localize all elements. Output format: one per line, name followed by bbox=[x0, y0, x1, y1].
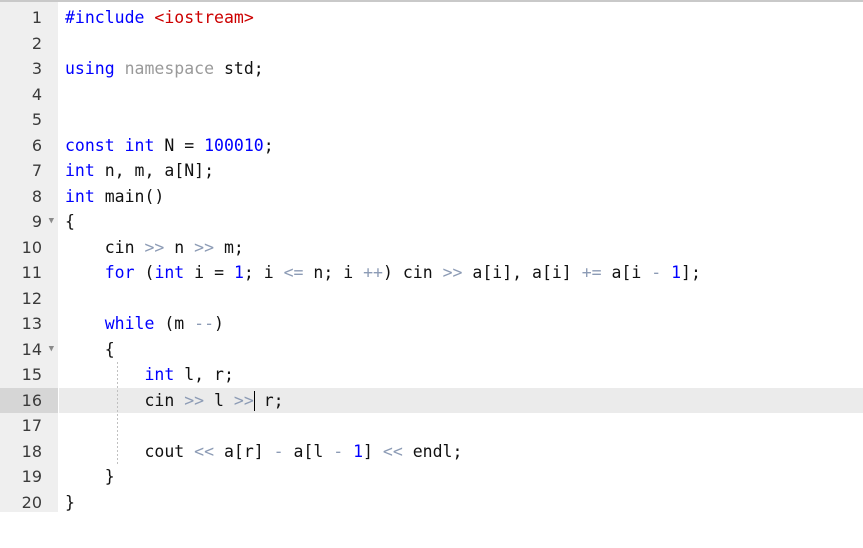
code-line-active[interactable]: cin >> l >> r; bbox=[0, 387, 863, 413]
code-line[interactable]: using namespace std; bbox=[0, 56, 863, 82]
code-line[interactable]: const int N = 100010; bbox=[0, 133, 863, 159]
line-number: 8 bbox=[31, 186, 42, 206]
code-line[interactable]: cin >> n >> m; bbox=[0, 235, 863, 261]
code-line-text: cout << a[r] - a[l - 1] << endl; bbox=[65, 441, 463, 461]
gutter-row[interactable]: 7 bbox=[0, 158, 58, 184]
code-line-text: const int N = 100010; bbox=[65, 135, 274, 155]
code-area[interactable]: #include <iostream> using namespace std; c… bbox=[0, 2, 863, 512]
code-line[interactable] bbox=[0, 413, 863, 439]
line-number: 11 bbox=[21, 263, 42, 282]
code-line[interactable] bbox=[0, 286, 863, 312]
code-line[interactable]: int n, m, a[N]; bbox=[0, 158, 863, 184]
line-number: 20 bbox=[21, 492, 42, 512]
gutter-row[interactable]: 8 bbox=[0, 184, 58, 210]
code-line-text: cin >> l >> r; bbox=[65, 390, 284, 410]
code-line-text: } bbox=[65, 492, 75, 512]
gutter-row[interactable]: 4 bbox=[0, 82, 58, 108]
line-number: 2 bbox=[31, 33, 42, 53]
line-number: 5 bbox=[31, 110, 42, 129]
code-line[interactable]: { bbox=[0, 337, 863, 363]
code-line[interactable]: int l, r; bbox=[0, 362, 863, 388]
code-line[interactable]: cout << a[r] - a[l - 1] << endl; bbox=[0, 439, 863, 465]
code-line-text: cin >> n >> m; bbox=[65, 237, 244, 257]
code-editor[interactable]: #include <iostream> using namespace std; c… bbox=[0, 0, 863, 548]
code-line-text: int n, m, a[N]; bbox=[65, 161, 215, 180]
gutter-row[interactable]: 9 ▼ bbox=[0, 209, 58, 235]
line-number: 12 bbox=[21, 288, 42, 308]
code-line-text: { bbox=[65, 339, 115, 359]
line-number-gutter[interactable]: 1 2 3 4 5 6 7 8 9 ▼ 10 11 12 13 14 ▼ 15 16 17 18 19 20 bbox=[0, 2, 58, 512]
line-number: 7 bbox=[31, 161, 42, 180]
line-number: 4 bbox=[31, 84, 42, 104]
gutter-row[interactable]: 6 bbox=[0, 133, 58, 159]
code-line[interactable] bbox=[0, 82, 863, 108]
code-line-text: int l, r; bbox=[144, 365, 234, 384]
code-line[interactable]: #include <iostream> bbox=[0, 5, 863, 31]
code-line[interactable] bbox=[0, 107, 863, 133]
gutter-row[interactable]: 3 bbox=[0, 56, 58, 82]
gutter-row[interactable]: 20 bbox=[0, 490, 58, 516]
code-line[interactable]: { bbox=[0, 209, 863, 235]
text-caret bbox=[253, 390, 256, 411]
gutter-row[interactable]: 2 bbox=[0, 31, 58, 57]
code-line[interactable]: for (int i = 1; i <= n; i ++) cin >> a[i… bbox=[0, 260, 863, 286]
gutter-row[interactable]: 10 bbox=[0, 235, 58, 261]
line-number: 6 bbox=[31, 135, 42, 155]
code-line[interactable]: } bbox=[0, 490, 863, 516]
fold-chevron-down-icon[interactable]: ▼ bbox=[49, 209, 54, 235]
line-number: 3 bbox=[31, 59, 42, 78]
line-number: 9 bbox=[31, 212, 42, 231]
line-number: 10 bbox=[21, 237, 42, 257]
code-line-text: #include <iostream> bbox=[65, 8, 254, 27]
code-line[interactable]: } bbox=[0, 464, 863, 490]
code-line-text: for (int i = 1; i <= n; i ++) cin >> a[i… bbox=[104, 263, 701, 282]
gutter-row[interactable]: 11 bbox=[0, 260, 58, 286]
code-line[interactable] bbox=[0, 31, 863, 57]
code-line[interactable]: int main() bbox=[0, 184, 863, 210]
line-number: 16 bbox=[21, 390, 42, 410]
gutter-row[interactable]: 17 bbox=[0, 413, 58, 439]
fold-chevron-down-icon[interactable]: ▼ bbox=[49, 337, 54, 363]
gutter-row[interactable]: 12 bbox=[0, 286, 58, 312]
code-line-text: } bbox=[65, 467, 115, 486]
gutter-row[interactable]: 5 bbox=[0, 107, 58, 133]
code-line[interactable]: while (m --) bbox=[0, 311, 863, 337]
line-number: 1 bbox=[31, 8, 42, 27]
gutter-row[interactable]: 1 bbox=[0, 5, 58, 31]
code-line-text: int main() bbox=[65, 186, 165, 206]
line-number: 15 bbox=[21, 365, 42, 384]
gutter-row[interactable]: 13 bbox=[0, 311, 58, 337]
indent-guide bbox=[117, 362, 118, 464]
gutter-row[interactable]: 18 bbox=[0, 439, 58, 465]
line-number: 13 bbox=[21, 314, 42, 333]
line-number: 14 bbox=[21, 339, 42, 359]
line-number: 18 bbox=[21, 441, 42, 461]
gutter-row[interactable]: 16 bbox=[0, 387, 58, 413]
code-line-text: { bbox=[65, 212, 75, 231]
code-line-text: using namespace std; bbox=[65, 59, 264, 78]
gutter-row[interactable]: 14 ▼ bbox=[0, 337, 58, 363]
gutter-separator bbox=[58, 2, 59, 512]
gutter-row[interactable]: 19 bbox=[0, 464, 58, 490]
code-line-text: while (m --) bbox=[104, 314, 224, 333]
line-number: 19 bbox=[21, 467, 42, 486]
gutter-row[interactable]: 15 bbox=[0, 362, 58, 388]
line-number: 17 bbox=[21, 416, 42, 435]
